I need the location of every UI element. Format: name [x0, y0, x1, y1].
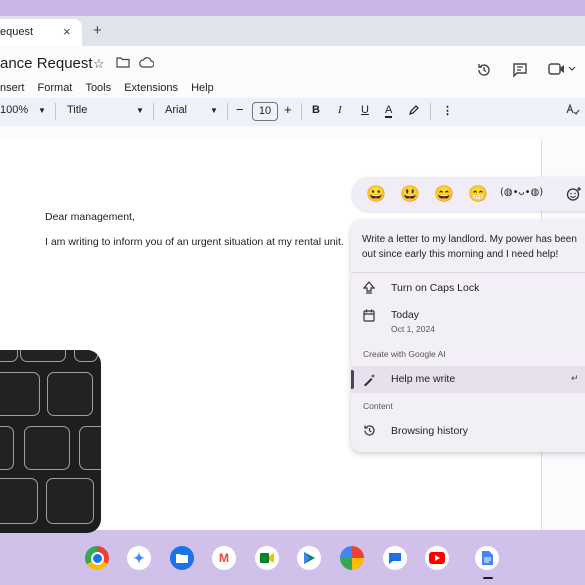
- divider: [351, 272, 585, 273]
- chrome-icon[interactable]: [85, 546, 109, 570]
- spellcheck-icon[interactable]: [566, 103, 580, 119]
- star-icon[interactable]: ☆: [93, 56, 105, 72]
- chevron-down-icon[interactable]: ▼: [136, 106, 144, 115]
- emoji-picker-icon[interactable]: [566, 186, 582, 207]
- keyboard-key[interactable]: [0, 426, 14, 470]
- divider: [227, 103, 228, 120]
- calendar-icon: [363, 309, 375, 325]
- menu-bar: nsert Format Tools Extensions Help: [0, 82, 224, 94]
- close-tab-icon[interactable]: ×: [63, 24, 71, 39]
- emoji-smiley[interactable]: 😃: [400, 184, 420, 204]
- keyboard-key[interactable]: [0, 478, 38, 524]
- meet-call-icon[interactable]: [548, 62, 578, 80]
- history-icon: [363, 424, 376, 440]
- keyboard-key[interactable]: [79, 426, 101, 470]
- meet-icon[interactable]: [255, 546, 279, 570]
- divider: [301, 103, 302, 120]
- zoom-select[interactable]: 100%: [0, 104, 28, 116]
- emoji-grin[interactable]: 😁: [468, 184, 488, 204]
- quick-insert-panel: Write a letter to my landlord. My power …: [351, 220, 585, 452]
- keyboard-key[interactable]: [74, 350, 98, 362]
- shelf: ✦ M: [0, 544, 585, 585]
- cloud-status-icon[interactable]: [139, 56, 155, 71]
- emoji-smile[interactable]: 😄: [434, 184, 454, 204]
- formatting-toolbar: 100% ▼ Title ▼ Arial ▼ − 10 + B I U A ⋮: [0, 98, 585, 126]
- browsing-history-item[interactable]: Browsing history: [391, 425, 468, 437]
- enter-key-hint: ↵: [571, 373, 579, 383]
- tab-strip: equest × +: [0, 16, 585, 46]
- new-tab-icon[interactable]: +: [93, 22, 102, 39]
- menu-help[interactable]: Help: [191, 82, 214, 94]
- pen-sparkle-icon: [363, 373, 377, 389]
- gemini-icon[interactable]: ✦: [127, 546, 151, 570]
- menu-format[interactable]: Format: [38, 82, 73, 94]
- help-me-write-highlight: [351, 366, 585, 393]
- doc-paragraph-salutation[interactable]: Dear management,: [45, 211, 135, 223]
- help-me-write-item[interactable]: Help me write: [391, 373, 455, 385]
- highlight-pen-icon[interactable]: [408, 104, 420, 119]
- selection-indicator: [351, 370, 354, 389]
- decrease-font-button[interactable]: −: [236, 102, 244, 117]
- font-size-input[interactable]: 10: [252, 102, 278, 121]
- doc-paragraph-body[interactable]: I am writing to inform you of an urgent …: [45, 236, 344, 248]
- keyboard-key[interactable]: [20, 350, 66, 362]
- docs-icon[interactable]: [475, 546, 499, 570]
- tab-document[interactable]: equest ×: [0, 19, 82, 46]
- chat-icon[interactable]: [383, 546, 407, 570]
- menu-tools[interactable]: Tools: [85, 82, 111, 94]
- tab-title: equest: [0, 26, 34, 38]
- italic-button[interactable]: I: [338, 104, 342, 116]
- keyboard-key[interactable]: [46, 478, 94, 524]
- emoji-suggestion-bar: 😀 😃 😄 😁 (◍•ᴗ•◍): [352, 177, 585, 211]
- style-select[interactable]: Title: [67, 104, 87, 116]
- divider: [153, 103, 154, 120]
- kaomoji-suggestion[interactable]: (◍•ᴗ•◍): [500, 187, 543, 198]
- prompt-text[interactable]: Write a letter to my landlord. My power …: [362, 232, 584, 262]
- keyboard-key[interactable]: [24, 426, 70, 470]
- keyboard-key[interactable]: [0, 372, 40, 416]
- emoji-grinning[interactable]: 😀: [366, 184, 386, 204]
- comments-icon[interactable]: [512, 62, 528, 82]
- chevron-down-icon[interactable]: ▼: [38, 106, 46, 115]
- keyboard-key[interactable]: [47, 372, 93, 416]
- more-options-button[interactable]: ⋮: [442, 104, 453, 117]
- version-history-icon[interactable]: [476, 62, 492, 82]
- turn-on-caps-lock-item[interactable]: Turn on Caps Lock: [391, 282, 479, 294]
- underline-button[interactable]: U: [361, 104, 369, 116]
- increase-font-button[interactable]: +: [284, 102, 292, 117]
- doc-title[interactable]: ance Request: [0, 55, 93, 72]
- doc-header: ance Request ☆ nsert Format Tools Extens…: [0, 46, 585, 98]
- today-date-item[interactable]: Today: [391, 309, 419, 321]
- section-heading-ai: Create with Google AI: [363, 349, 446, 359]
- chevron-down-icon[interactable]: ▼: [210, 106, 218, 115]
- on-screen-keyboard: [0, 350, 101, 533]
- youtube-icon[interactable]: [425, 546, 449, 570]
- bold-button[interactable]: B: [312, 104, 320, 116]
- today-date-value: Oct 1, 2024: [391, 324, 435, 334]
- text-color-button[interactable]: A: [385, 104, 393, 118]
- gmail-icon[interactable]: M: [212, 546, 236, 570]
- photos-icon[interactable]: [340, 546, 364, 570]
- play-store-icon[interactable]: [297, 546, 321, 570]
- menu-extensions[interactable]: Extensions: [124, 82, 178, 94]
- section-heading-content: Content: [363, 401, 393, 411]
- move-folder-icon[interactable]: [116, 56, 130, 71]
- divider: [55, 103, 56, 120]
- keyboard-key[interactable]: [0, 350, 18, 362]
- files-icon[interactable]: [170, 546, 194, 570]
- divider: [430, 103, 431, 120]
- menu-insert[interactable]: nsert: [0, 82, 24, 94]
- caps-lock-icon: [362, 281, 376, 297]
- font-select[interactable]: Arial: [165, 104, 187, 116]
- active-app-indicator: [483, 577, 493, 579]
